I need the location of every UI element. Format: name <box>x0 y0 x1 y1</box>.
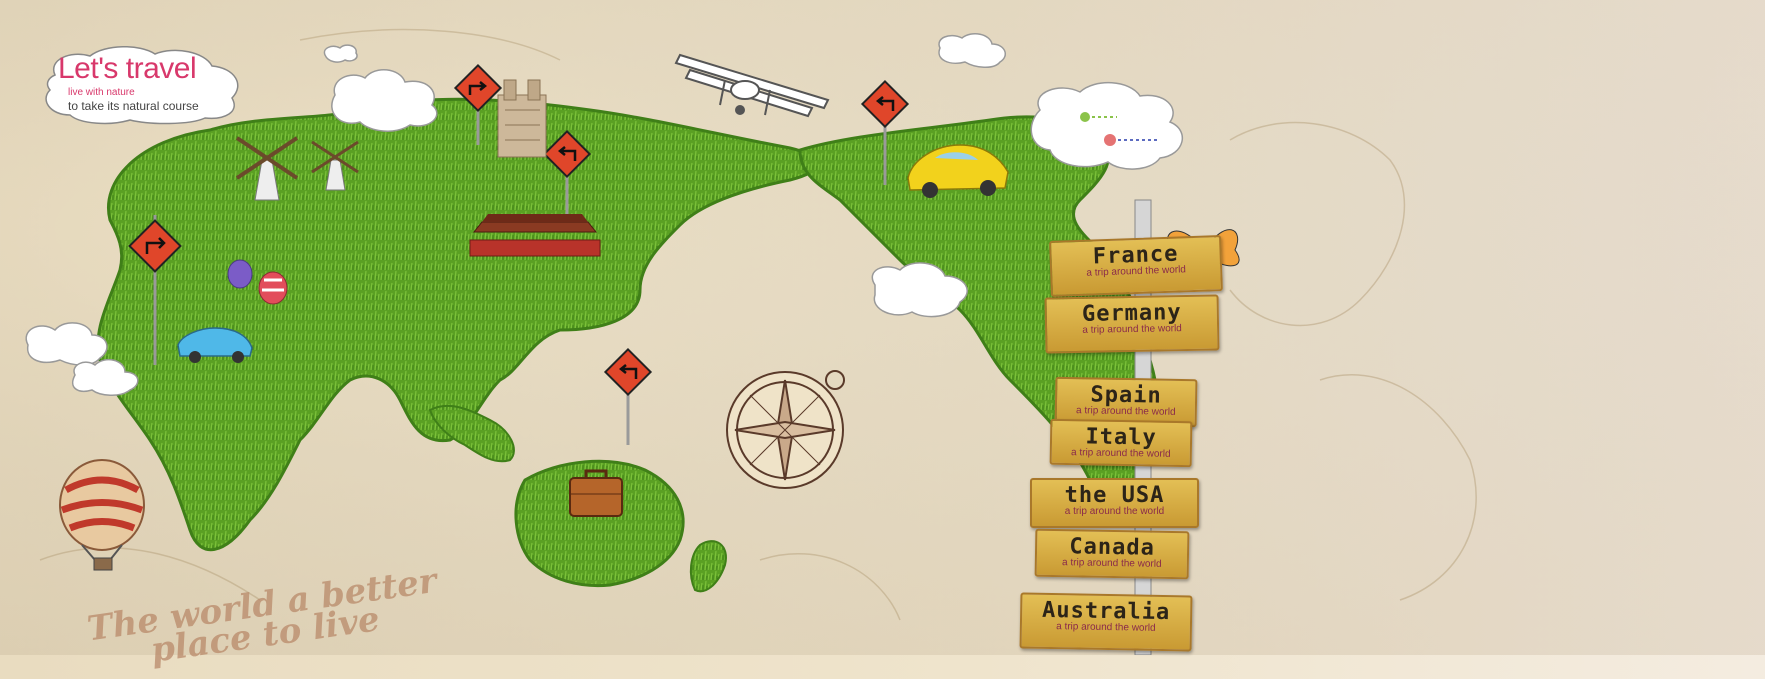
sign-subtitle: a trip around the world <box>1064 506 1165 517</box>
sign-australia: Australia a trip around the world <box>1019 592 1193 652</box>
sign-subtitle: a trip around the world <box>1070 447 1171 460</box>
logo-subtitle-2: to take its natural course <box>68 99 199 113</box>
sign-subtitle: a trip around the world <box>1061 557 1162 570</box>
logo-subtitle-1: live with nature <box>68 87 135 98</box>
sign-france: France a trip around the world <box>1049 235 1223 297</box>
world-map <box>0 0 1765 655</box>
sign-germany: Germany a trip around the world <box>1044 294 1220 354</box>
travel-banner: Let's travel live with nature to take it… <box>0 0 1765 671</box>
compass-icon <box>726 370 845 489</box>
logo-title: Let's travel <box>58 52 197 85</box>
sign-usa: the USA a trip around the world <box>1030 478 1199 528</box>
suitcase-icon <box>569 469 623 517</box>
sign-subtitle: a trip around the world <box>1082 323 1182 336</box>
sign-subtitle: a trip around the world <box>1075 405 1176 418</box>
sign-italy: Italy a trip around the world <box>1049 418 1193 468</box>
sign-canada: Canada a trip around the world <box>1034 528 1190 580</box>
sign-label: the USA <box>1064 483 1165 508</box>
